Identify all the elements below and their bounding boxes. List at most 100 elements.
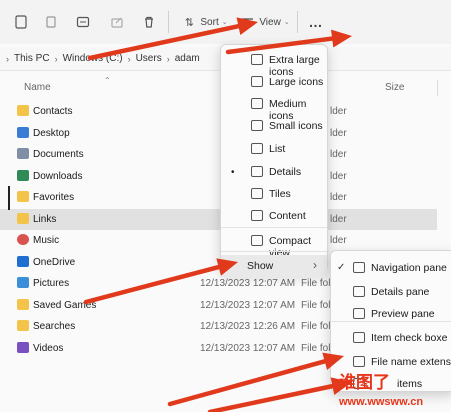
downloads-icon — [17, 169, 29, 181]
view-menu-item[interactable]: Compact view — [221, 230, 327, 259]
view-menu-label: Details — [269, 166, 302, 178]
item-check-boxes-icon — [353, 332, 365, 343]
trash-icon — [140, 13, 158, 31]
content-icon — [251, 210, 263, 221]
list-item[interactable]: Links lder — [0, 208, 437, 230]
item-name: OneDrive — [33, 256, 76, 268]
menu-divider — [331, 321, 451, 322]
show-menu-item[interactable]: Item check boxe — [331, 327, 451, 349]
list-item[interactable]: Documents lder — [0, 144, 437, 165]
item-name: Documents — [33, 149, 84, 160]
links-icon — [17, 212, 29, 224]
sort-up-icon: ⌃ — [104, 76, 111, 85]
chevron-right-icon: › — [313, 258, 317, 272]
list-item[interactable]: Desktop lder — [0, 123, 437, 144]
command-bar: ⇅ Sort ⌄ View ⌄ … — [0, 0, 451, 44]
share-button[interactable] — [106, 7, 128, 37]
more-options-button[interactable]: … — [305, 7, 327, 37]
column-name[interactable]: Name — [24, 82, 51, 93]
chevron-right-icon: › — [54, 53, 58, 64]
paste-icon — [74, 13, 92, 31]
view-menu: Extra large icons Large icons Medium icons… — [220, 44, 328, 277]
chevron-right-icon: › — [166, 53, 170, 64]
watermark-cn: 谁图了 — [339, 373, 390, 392]
saved-games-icon — [17, 298, 29, 310]
preview-pane-icon — [353, 308, 365, 319]
view-menu-label: Content — [269, 210, 306, 222]
view-button[interactable]: View ⌄ — [238, 7, 290, 37]
breadcrumb-item[interactable]: adam — [172, 53, 203, 64]
view-menu-item[interactable]: Medium icons — [221, 93, 327, 122]
music-icon — [17, 234, 29, 245]
item-type-fragment: lder — [330, 127, 347, 139]
item-type: File fol — [301, 278, 331, 289]
watermark-url: www.wwsww.cn — [339, 396, 424, 408]
new-button[interactable] — [10, 7, 32, 37]
paste-button[interactable] — [72, 7, 94, 37]
toolbar-separator — [297, 11, 298, 33]
item-type-fragment: lder — [330, 192, 347, 203]
show-menu-label: Item check boxe — [371, 332, 448, 344]
file-name-extensions-icon — [353, 356, 365, 367]
delete-button[interactable] — [138, 7, 160, 37]
item-date: 12/13/2023 12:07 AM — [200, 278, 296, 289]
more-icon: … — [308, 14, 324, 30]
breadcrumb-item[interactable]: Users — [133, 53, 165, 64]
view-menu-item[interactable]: Content — [221, 205, 327, 227]
list-item[interactable]: Downloads lder — [0, 166, 437, 187]
view-menu-item[interactable]: Extra large icons — [221, 49, 327, 78]
medium-icons-icon — [251, 98, 263, 109]
sort-button[interactable]: ⇅ Sort ⌄ — [178, 7, 230, 37]
item-type-fragment: lder — [330, 213, 347, 225]
item-name: Downloads — [33, 170, 83, 182]
navigation-pane-icon — [353, 262, 365, 273]
item-type: File fol — [301, 342, 331, 354]
menu-divider — [221, 227, 327, 228]
view-menu-item[interactable]: Show › — [221, 255, 327, 277]
show-menu-label: File name extens — [371, 356, 451, 368]
chevron-down-icon: ⌄ — [221, 19, 228, 26]
view-menu-item[interactable]: • Details — [221, 161, 327, 183]
small-icons-icon — [251, 120, 263, 131]
extra-large-icons-icon — [251, 54, 263, 65]
item-name: Videos — [33, 342, 64, 354]
item-name: Links — [33, 213, 57, 225]
view-icon — [238, 13, 256, 31]
checkmark-icon: ✓ — [337, 262, 346, 273]
documents-icon — [17, 148, 29, 159]
breadcrumb-item[interactable]: Windows (C:) — [60, 53, 126, 64]
sort-icon: ⇅ — [184, 16, 194, 29]
view-menu-item[interactable]: Tiles — [221, 183, 327, 205]
list-icon — [251, 143, 263, 154]
searches-icon — [17, 320, 29, 331]
list-item[interactable]: Contacts lder — [0, 101, 437, 122]
item-name: Favorites — [33, 192, 75, 203]
view-menu-item[interactable]: List — [221, 138, 327, 160]
compact-view-icon — [251, 235, 263, 246]
list-item[interactable]: Favorites lder — [0, 187, 437, 208]
view-menu-item[interactable]: Large icons — [221, 71, 327, 93]
share-icon — [108, 13, 126, 31]
desktop-icon — [17, 126, 29, 138]
list-item[interactable]: Music lder — [0, 230, 437, 251]
view-menu-label: Large icons — [269, 76, 324, 88]
left-border-mark — [8, 186, 10, 210]
view-label: View — [259, 16, 281, 28]
view-menu-item[interactable]: Small icons — [221, 115, 327, 137]
chevron-down-icon: ⌄ — [283, 19, 290, 26]
sort-label: Sort — [200, 16, 219, 28]
videos-icon — [17, 341, 29, 353]
item-date: 12/13/2023 12:07 AM — [200, 342, 296, 354]
show-menu-label: Navigation pane — [371, 262, 447, 274]
show-menu-item[interactable]: ✓ Navigation pane — [331, 257, 451, 279]
item-name: Desktop — [33, 127, 70, 139]
show-menu-item[interactable]: Details pane — [331, 281, 451, 303]
copy-button[interactable] — [40, 7, 62, 37]
item-type: File fol — [301, 299, 331, 311]
chevron-right-icon: › — [127, 53, 131, 64]
breadcrumb-item[interactable]: This PC — [11, 53, 53, 64]
annotation-arrow-shaft — [167, 359, 327, 407]
view-menu-label: Small icons — [269, 120, 323, 132]
chevron-right-icon: › — [6, 53, 9, 64]
column-size[interactable]: Size — [385, 82, 404, 93]
